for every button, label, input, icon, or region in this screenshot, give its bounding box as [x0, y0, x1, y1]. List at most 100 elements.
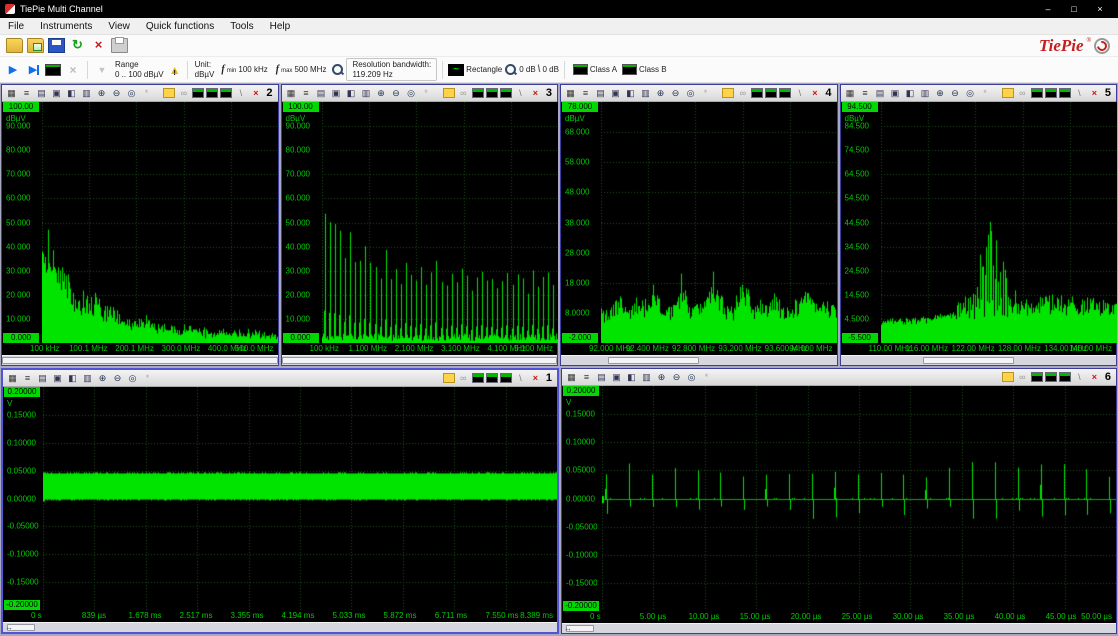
- comment-icon[interactable]: [163, 88, 175, 98]
- y-axis[interactable]: 100.00dBµV90.00080.00070.00060.00050.000…: [2, 102, 42, 343]
- zoom-out-icon[interactable]: ⊖: [111, 372, 124, 385]
- y-axis[interactable]: 100.00dBµV90.00080.00070.00060.00050.000…: [282, 102, 322, 343]
- h-scrollbar[interactable]: ↔: [562, 623, 1116, 633]
- screen-a-icon[interactable]: [192, 88, 204, 98]
- split-icon[interactable]: ◧: [65, 87, 78, 100]
- autorange-button[interactable]: ▼: [93, 61, 111, 79]
- zoom-in-icon[interactable]: ⊕: [375, 87, 388, 100]
- close-panel-icon[interactable]: ×: [1088, 87, 1101, 100]
- input-gain-label[interactable]: 0 dB: [519, 65, 535, 74]
- graph-panel-5[interactable]: ▦≡▤▣◧▥⊕⊖◎*∞\×594.500dBµV84.50074.50064.5…: [840, 84, 1118, 366]
- settings-icon[interactable]: \: [1073, 87, 1086, 100]
- h-scrollbar[interactable]: ↔: [3, 622, 557, 632]
- screen-a-icon[interactable]: [1031, 372, 1043, 382]
- pin-icon[interactable]: *: [141, 372, 154, 385]
- graph-panel-2[interactable]: ▦≡▤▣◧▥⊕⊖◎*∞\×2100.00dBµV90.00080.00070.0…: [1, 84, 279, 366]
- source-list-icon[interactable]: ≡: [300, 87, 313, 100]
- split-icon[interactable]: ◧: [345, 87, 358, 100]
- comment-icon[interactable]: [443, 88, 455, 98]
- layout-icon[interactable]: ▣: [330, 87, 343, 100]
- screen-b-icon[interactable]: [486, 88, 498, 98]
- link-icon[interactable]: ∞: [736, 87, 749, 100]
- table-icon[interactable]: ▥: [639, 87, 652, 100]
- split-icon[interactable]: ◧: [624, 87, 637, 100]
- comment-icon[interactable]: [722, 88, 734, 98]
- table-icon[interactable]: ▥: [640, 371, 653, 384]
- graph-panel-3[interactable]: ▦≡▤▣◧▥⊕⊖◎*∞\×3100.00dBµV90.00080.00070.0…: [281, 84, 559, 366]
- menu-file[interactable]: File: [0, 18, 32, 34]
- layout-icon[interactable]: ▣: [889, 87, 902, 100]
- table-icon[interactable]: ▥: [80, 87, 93, 100]
- menu-tools[interactable]: Tools: [222, 18, 261, 34]
- table-icon[interactable]: ▥: [360, 87, 373, 100]
- scrollbar-handle[interactable]: [282, 357, 558, 364]
- source-list-icon[interactable]: ≡: [580, 371, 593, 384]
- screen-b-icon[interactable]: [765, 88, 777, 98]
- probe-gain-label[interactable]: 0 dB: [542, 65, 558, 74]
- plot-area[interactable]: [602, 386, 1116, 611]
- close-panel-icon[interactable]: ×: [1088, 371, 1101, 384]
- screen-c-icon[interactable]: [1059, 372, 1071, 382]
- h-scrollbar[interactable]: [561, 355, 837, 365]
- refresh-icon[interactable]: ↻: [69, 38, 86, 53]
- properties-icon[interactable]: ▦: [5, 87, 18, 100]
- close-panel-icon[interactable]: ×: [808, 87, 821, 100]
- close-button[interactable]: ×: [1087, 0, 1113, 18]
- grid-icon[interactable]: ▤: [36, 372, 49, 385]
- class-a-label[interactable]: Class A: [590, 65, 617, 74]
- menu-instruments[interactable]: Instruments: [32, 18, 100, 34]
- display-button[interactable]: [44, 61, 62, 79]
- pin-icon[interactable]: *: [420, 87, 433, 100]
- zoom-reset-icon[interactable]: ◎: [405, 87, 418, 100]
- pin-icon[interactable]: *: [979, 87, 992, 100]
- split-icon[interactable]: ◧: [625, 371, 638, 384]
- fmin-field[interactable]: fmin 100 kHz: [218, 64, 270, 75]
- layout-icon[interactable]: ▣: [609, 87, 622, 100]
- print-icon[interactable]: [111, 38, 128, 53]
- zoom-in-icon[interactable]: ⊕: [95, 87, 108, 100]
- link-icon[interactable]: ∞: [1016, 87, 1029, 100]
- settings-icon[interactable]: \: [234, 87, 247, 100]
- zoom-in-icon[interactable]: ⊕: [96, 372, 109, 385]
- source-list-icon[interactable]: ≡: [579, 87, 592, 100]
- rbw-field[interactable]: Resolution bandwidth: 119.209 Hz: [346, 58, 437, 81]
- rbw-zoom-icon[interactable]: [331, 63, 344, 76]
- screen-c-icon[interactable]: [500, 373, 512, 383]
- menu-quick-functions[interactable]: Quick functions: [138, 18, 222, 34]
- pin-icon[interactable]: *: [700, 371, 713, 384]
- zoom-out-icon[interactable]: ⊖: [949, 87, 962, 100]
- split-icon[interactable]: ◧: [66, 372, 79, 385]
- link-icon[interactable]: ∞: [1016, 371, 1029, 384]
- screen-b-icon[interactable]: [206, 88, 218, 98]
- zoom-out-icon[interactable]: ⊖: [669, 87, 682, 100]
- start-button[interactable]: ▶: [4, 61, 22, 79]
- grid-icon[interactable]: ▤: [595, 371, 608, 384]
- zoom-in-icon[interactable]: ⊕: [655, 371, 668, 384]
- source-list-icon[interactable]: ≡: [21, 372, 34, 385]
- close-panel-icon[interactable]: ×: [529, 372, 542, 385]
- plot-area[interactable]: [322, 102, 558, 343]
- settings-icon[interactable]: \: [1073, 371, 1086, 384]
- pin-icon[interactable]: *: [699, 87, 712, 100]
- graph-panel-1[interactable]: ▦≡▤▣◧▥⊕⊖◎*∞\×10.20000V0.150000.100000.05…: [1, 368, 559, 634]
- plot-area[interactable]: [881, 102, 1117, 343]
- plot-area[interactable]: [601, 102, 837, 343]
- class-b-label[interactable]: Class B: [639, 65, 667, 74]
- maximize-button[interactable]: □: [1061, 0, 1087, 18]
- graph-panel-6[interactable]: ▦≡▤▣◧▥⊕⊖◎*∞\×60.20000V0.150000.100000.05…: [561, 368, 1117, 634]
- grid-icon[interactable]: ▤: [315, 87, 328, 100]
- comment-icon[interactable]: [1002, 372, 1014, 382]
- close-panel-icon[interactable]: ×: [249, 87, 262, 100]
- fmax-field[interactable]: fmax 500 MHz: [273, 64, 330, 75]
- comment-icon[interactable]: [1002, 88, 1014, 98]
- properties-icon[interactable]: ▦: [6, 372, 19, 385]
- properties-icon[interactable]: ▦: [285, 87, 298, 100]
- zoom-out-icon[interactable]: ⊖: [670, 371, 683, 384]
- h-scrollbar[interactable]: [841, 355, 1117, 365]
- settings-icon[interactable]: \: [514, 87, 527, 100]
- h-scrollbar[interactable]: [2, 355, 278, 365]
- menu-view[interactable]: View: [100, 18, 138, 34]
- save-icon[interactable]: [48, 38, 65, 53]
- table-icon[interactable]: ▥: [81, 372, 94, 385]
- one-shot-button[interactable]: ▶: [24, 61, 42, 79]
